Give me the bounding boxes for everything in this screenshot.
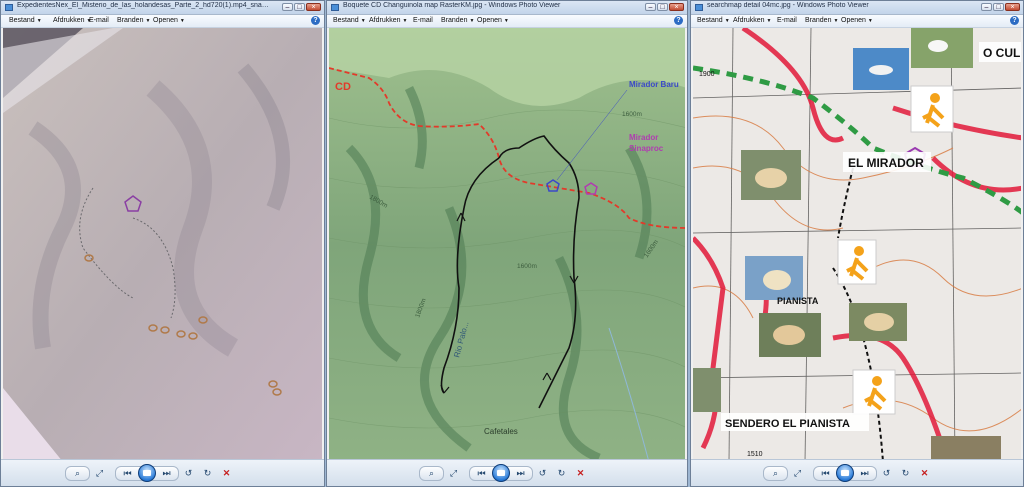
previous-icon[interactable]: ⏮ [474,467,489,480]
topographic-map-image: CD Mirador Baru Mirador Sinaproc 1600m 1… [329,28,685,460]
house-photo [931,436,1001,460]
control-bar: ⌕ ⤢ ⏮ ⏭ ↺ ↻ ✕ [691,459,1023,486]
map-label-sendero: SENDERO EL PIANISTA [725,418,850,430]
actual-size-icon[interactable]: ⤢ [92,467,107,480]
menu-file[interactable]: Bestand ▼ [333,17,366,24]
image-viewport[interactable]: EL MIRADOR O CULEI PIANISTA SENDERO EL P… [693,28,1021,460]
menu-print[interactable]: Afdrukken ▼ [53,17,91,24]
next-icon[interactable]: ⏭ [513,467,528,480]
dog-photo [849,303,907,341]
close-button[interactable]: × [669,3,684,11]
map-label-mirador-baru: Mirador Baru [629,80,679,89]
zoom-icon[interactable]: ⌕ [768,467,783,480]
menu-file[interactable]: Bestand ▼ [9,17,42,24]
dog-photo [759,313,821,357]
maximize-button[interactable]: □ [294,3,305,11]
map-label-cd: CD [335,81,351,93]
menu-email[interactable]: E-mail [413,17,433,24]
rotate-cw-icon[interactable]: ↻ [554,467,569,480]
map-label-el-mirador: EL MIRADOR [848,156,924,170]
contour-label: 1600m [622,111,642,118]
previous-icon[interactable]: ⏮ [818,467,833,480]
zoom-icon[interactable]: ⌕ [424,467,439,480]
video-snapshot-image [3,28,322,460]
help-icon[interactable]: ? [311,16,320,25]
delete-icon[interactable]: ✕ [219,467,234,480]
rotate-ccw-icon[interactable]: ↺ [535,467,550,480]
rotate-ccw-icon[interactable]: ↺ [181,467,196,480]
menu-open[interactable]: Openen ▼ [841,17,873,24]
menu-bar: Bestand ▼ Afdrukken ▼ E-mail Branden ▼ Open… [1,15,324,28]
photo-viewer-window-3: searchmap detail 04mc.jpg - Windows Phot… [690,0,1024,487]
map-label-culebra: O CULEI [983,46,1021,60]
image-viewport[interactable] [3,28,322,460]
zoom-icon[interactable]: ⌕ [70,467,85,480]
photo-viewer-window-2: Boquete CD Changuinola map RasterKM.jpg … [326,0,688,487]
menu-burn[interactable]: Branden ▼ [441,17,474,24]
hiker-icon [910,85,954,133]
slideshow-icon[interactable] [492,464,510,482]
minimize-button[interactable]: – [981,3,992,11]
help-icon[interactable]: ? [674,16,683,25]
contour-label: 1600m [517,263,537,270]
minimize-button[interactable]: – [645,3,656,11]
menu-bar: Bestand ▼ Afdrukken ▼ E-mail Branden ▼ Open… [691,15,1023,28]
title-bar[interactable]: Boquete CD Changuinola map RasterKM.jpg … [327,1,687,15]
control-bar: ⌕ ⤢ ⏮ ⏭ ↺ ↻ ✕ [1,459,324,486]
app-icon [695,4,703,11]
next-icon[interactable]: ⏭ [159,467,174,480]
menu-burn[interactable]: Branden ▼ [805,17,838,24]
previous-icon[interactable]: ⏮ [120,467,135,480]
menu-bar: Bestand ▼ Afdrukken ▼ E-mail Branden ▼ Open… [327,15,687,28]
control-bar: ⌕ ⤢ ⏮ ⏭ ↺ ↻ ✕ [327,459,687,486]
hiker-icon [852,369,896,415]
dog-photo [745,256,803,300]
map-label-sinaproc: Sinaproc [629,144,664,153]
actual-size-icon[interactable]: ⤢ [790,467,805,480]
image-viewport[interactable]: CD Mirador Baru Mirador Sinaproc 1600m 1… [329,28,685,460]
menu-email[interactable]: E-mail [89,17,109,24]
dog-photo [693,368,721,412]
close-button[interactable]: × [306,3,321,11]
title-bar[interactable]: searchmap detail 04mc.jpg - Windows Phot… [691,1,1023,15]
menu-open[interactable]: Openen ▼ [153,17,185,24]
menu-burn[interactable]: Branden ▼ [117,17,150,24]
cows-photo [911,28,973,68]
menu-file[interactable]: Bestand ▼ [697,17,730,24]
search-map-photo: EL MIRADOR O CULEI PIANISTA SENDERO EL P… [693,28,1021,460]
minimize-button[interactable]: – [282,3,293,11]
hiker-icon [837,239,877,285]
app-icon [331,4,339,11]
rotate-ccw-icon[interactable]: ↺ [879,467,894,480]
slideshow-icon[interactable] [836,464,854,482]
close-button[interactable]: × [1005,3,1020,11]
title-bar[interactable]: ExpedientesNex_El_Misterio_de_las_holand… [1,1,324,15]
menu-print[interactable]: Afdrukken ▼ [733,17,771,24]
photo-viewer-window-1: ExpedientesNex_El_Misterio_de_las_holand… [0,0,325,487]
slideshow-icon[interactable] [138,464,156,482]
dog-photo [741,150,801,200]
delete-icon[interactable]: ✕ [917,467,932,480]
map-label-cafetales: Cafetales [484,427,518,436]
menu-open[interactable]: Openen ▼ [477,17,509,24]
window-title: ExpedientesNex_El_Misterio_de_las_holand… [17,2,272,9]
helicopter-photo [853,48,909,90]
next-icon[interactable]: ⏭ [857,467,872,480]
window-title: Boquete CD Changuinola map RasterKM.jpg … [343,2,561,9]
maximize-button[interactable]: □ [657,3,668,11]
window-title: searchmap detail 04mc.jpg - Windows Phot… [707,2,869,9]
delete-icon[interactable]: ✕ [573,467,588,480]
rotate-cw-icon[interactable]: ↻ [200,467,215,480]
map-label-pianista: PIANISTA [777,296,819,306]
elevation-label: 1900 [699,71,715,78]
actual-size-icon[interactable]: ⤢ [446,467,461,480]
menu-print[interactable]: Afdrukken ▼ [369,17,407,24]
map-label-mirador: Mirador [629,133,658,142]
rotate-cw-icon[interactable]: ↻ [898,467,913,480]
app-icon [5,4,13,11]
maximize-button[interactable]: □ [993,3,1004,11]
help-icon[interactable]: ? [1010,16,1019,25]
menu-email[interactable]: E-mail [777,17,797,24]
elevation-label: 1510 [747,451,763,458]
